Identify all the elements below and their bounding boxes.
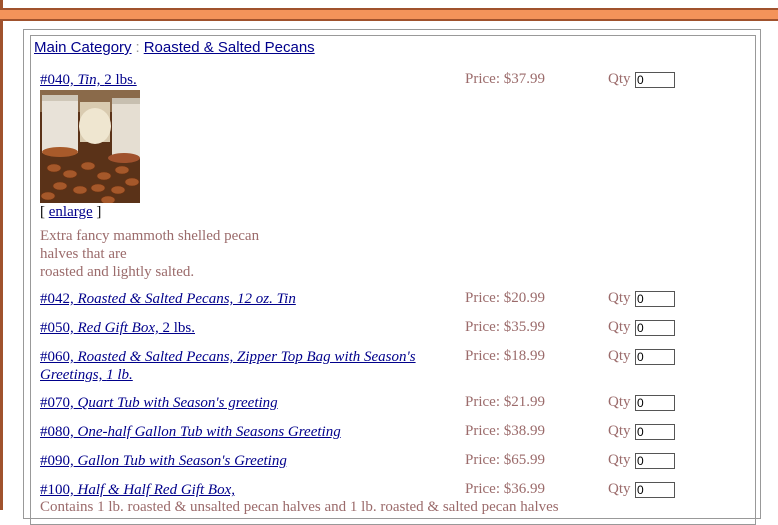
- breadcrumb: Main Category: Roasted & Salted Pecans: [34, 39, 315, 56]
- bracket-close: ]: [96, 204, 102, 220]
- qty-input-060[interactable]: [635, 349, 675, 365]
- qty-label: Qty: [608, 423, 631, 439]
- product-link-090[interactable]: #090, Gallon Tub with Season's Greeting: [40, 452, 450, 470]
- product-row-080: #080, One-half Gallon Tub with Seasons G…: [40, 423, 750, 443]
- qty-label: Qty: [608, 348, 631, 364]
- qty-label: Qty: [608, 290, 631, 306]
- product-code: #050,: [40, 320, 74, 336]
- product-code: #070,: [40, 395, 74, 411]
- qty-label: Qty: [608, 481, 631, 497]
- description-line: halves that are: [40, 246, 127, 262]
- product-link-050[interactable]: #050, Red Gift Box, 2 lbs.: [40, 319, 450, 337]
- product-name: Gallon Tub with Season's Greeting: [77, 453, 287, 469]
- qty-input-090[interactable]: [635, 453, 675, 469]
- bracket-open: [: [40, 204, 45, 220]
- breadcrumb-separator: :: [135, 39, 140, 56]
- description-line: Extra fancy mammoth shelled pecan: [40, 228, 260, 244]
- product-code: #060,: [40, 349, 74, 365]
- product-name: Tin,: [77, 72, 101, 88]
- product-name: Quart Tub with Season's greeting: [77, 395, 278, 411]
- qty-label: Qty: [608, 452, 631, 468]
- product-name: Red Gift Box,: [77, 320, 159, 336]
- product-price: Price: $36.99: [465, 481, 545, 497]
- description-line: roasted and lightly salted.: [40, 264, 195, 280]
- product-row-050: #050, Red Gift Box, 2 lbs. Price: $35.99…: [40, 319, 750, 339]
- product-row-060: #060, Roasted & Salted Pecans, Zipper To…: [40, 348, 750, 386]
- product-price: Price: $20.99: [465, 290, 545, 306]
- qty-input-040[interactable]: [635, 72, 675, 88]
- header-bar: [0, 10, 778, 21]
- enlarge-link[interactable]: enlarge: [49, 204, 93, 220]
- product-price: Price: $35.99: [465, 319, 545, 335]
- product-row-070: #070, Quart Tub with Season's greeting P…: [40, 394, 750, 414]
- product-row-090: #090, Gallon Tub with Season's Greeting …: [40, 452, 750, 472]
- qty-label: Qty: [608, 394, 631, 410]
- product-name: One-half Gallon Tub with Seasons Greetin…: [77, 424, 341, 440]
- left-border: [0, 0, 3, 510]
- product-code: #100,: [40, 482, 74, 498]
- product-size: 1 lb.: [106, 367, 133, 383]
- product-price: Price: $18.99: [465, 348, 545, 364]
- qty-label: Qty: [608, 319, 631, 335]
- product-row-042: #042, Roasted & Salted Pecans, 12 oz. Ti…: [40, 290, 750, 310]
- product-link-100[interactable]: #100, Half & Half Red Gift Box,: [40, 481, 450, 499]
- product-code: #042,: [40, 291, 74, 307]
- product-link-070[interactable]: #070, Quart Tub with Season's greeting: [40, 394, 450, 412]
- qty-label: Qty: [608, 71, 631, 87]
- product-price: Price: $37.99: [465, 71, 545, 87]
- qty-input-100[interactable]: [635, 482, 675, 498]
- header-strip: [0, 0, 778, 8]
- product-price: Price: $38.99: [465, 423, 545, 439]
- product-name: Half & Half Red Gift Box,: [77, 482, 235, 498]
- qty-input-050[interactable]: [635, 320, 675, 336]
- product-price: Price: $21.99: [465, 394, 545, 410]
- product-row-040: #040, Tin, 2 lbs. Price: $37.99 Qty: [40, 71, 750, 91]
- product-link-080[interactable]: #080, One-half Gallon Tub with Seasons G…: [40, 423, 450, 441]
- enlarge-control: [ enlarge ]: [40, 204, 101, 221]
- product-size: 2 lbs.: [104, 72, 137, 88]
- product-link-042[interactable]: #042, Roasted & Salted Pecans, 12 oz. Ti…: [40, 290, 450, 308]
- product-name: Roasted & Salted Pecans, 12 oz. Tin: [77, 291, 296, 307]
- qty-input-070[interactable]: [635, 395, 675, 411]
- qty-input-042[interactable]: [635, 291, 675, 307]
- product-code: #090,: [40, 453, 74, 469]
- product-price: Price: $65.99: [465, 452, 545, 468]
- product-name: Roasted & Salted Pecans, Zipper Top Bag …: [40, 349, 416, 383]
- product-link-040[interactable]: #040, Tin, 2 lbs.: [40, 71, 450, 89]
- product-description: Extra fancy mammoth shelled pecan halves…: [40, 227, 300, 281]
- product-code: #040,: [40, 72, 74, 88]
- product-code: #080,: [40, 424, 74, 440]
- product-row-100: #100, Half & Half Red Gift Box, Price: $…: [40, 481, 750, 501]
- qty-input-080[interactable]: [635, 424, 675, 440]
- product-photo[interactable]: [40, 90, 140, 203]
- breadcrumb-main-category[interactable]: Main Category: [34, 39, 132, 56]
- product-link-060[interactable]: #060, Roasted & Salted Pecans, Zipper To…: [40, 348, 450, 384]
- breadcrumb-current[interactable]: Roasted & Salted Pecans: [144, 39, 315, 56]
- product-description: Contains 1 lb. roasted & unsalted pecan …: [40, 499, 559, 515]
- product-size: 2 lbs.: [162, 320, 195, 336]
